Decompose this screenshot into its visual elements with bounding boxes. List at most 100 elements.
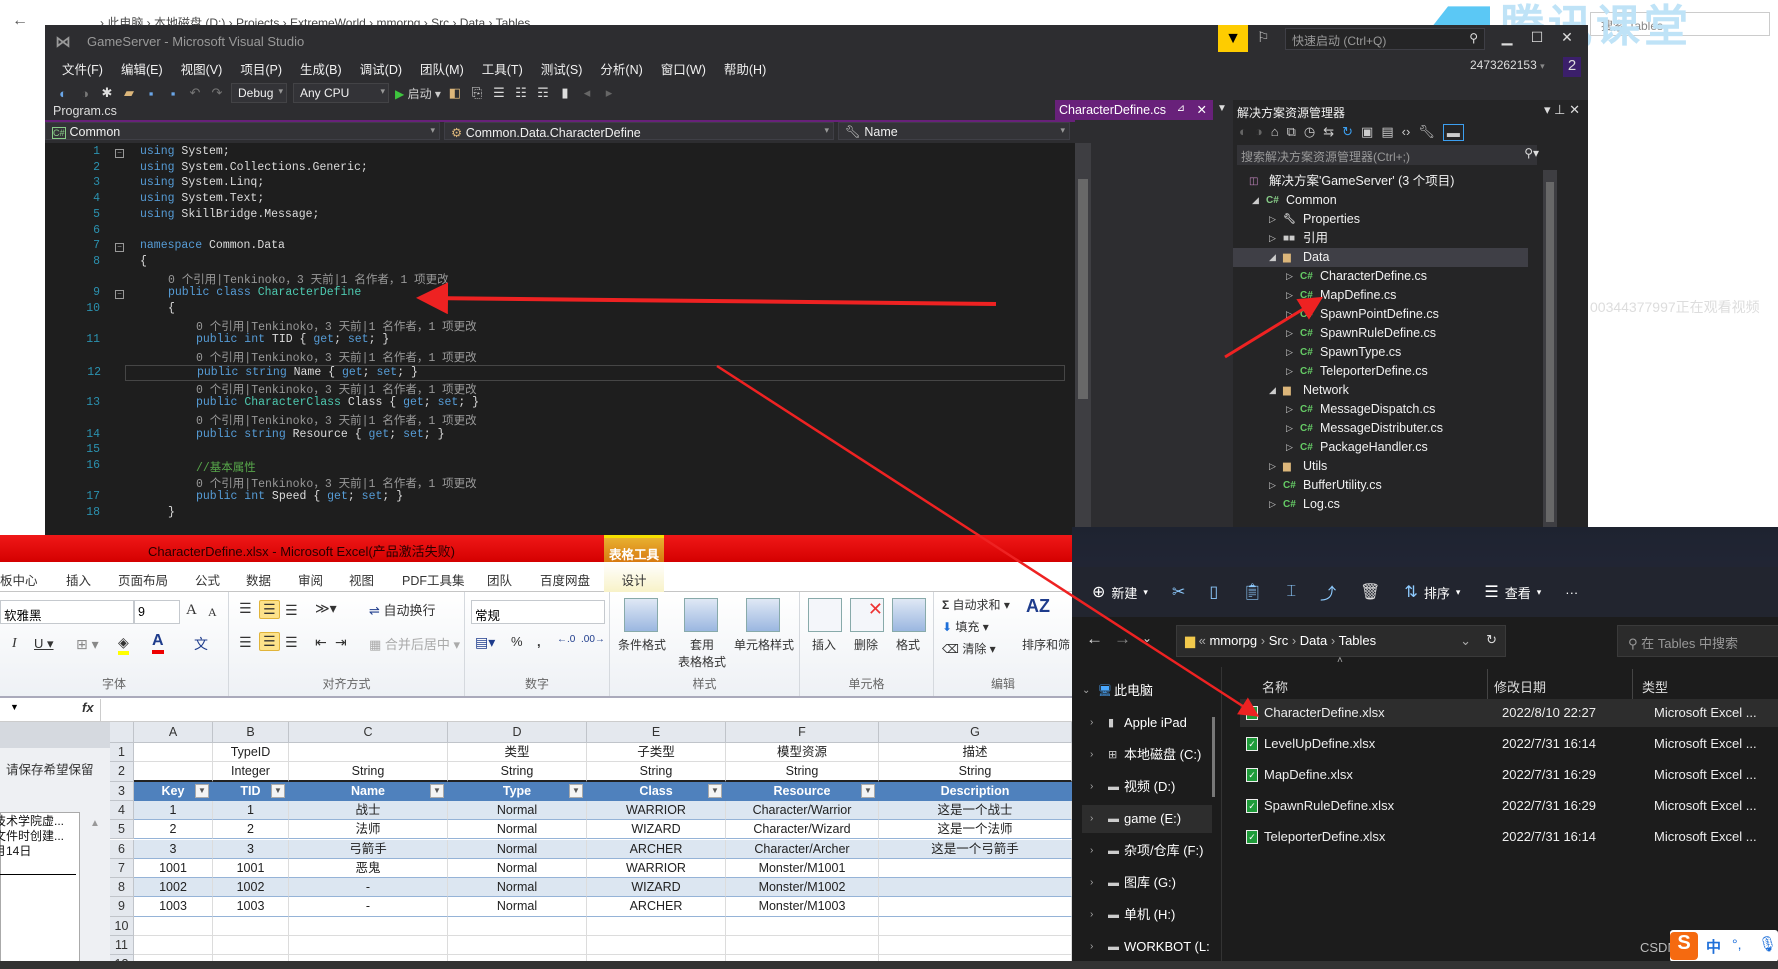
- cell[interactable]: 这是一个弓箭手: [879, 839, 1072, 859]
- conditional-format-icon[interactable]: [624, 598, 658, 632]
- show-all-files-icon[interactable]: ▤: [1381, 124, 1393, 141]
- folder-search-input[interactable]: ⚲ 在 Tables 中搜索: [1617, 625, 1778, 657]
- format-cells-button[interactable]: 格式: [896, 636, 920, 653]
- ribbon-tab[interactable]: 团队: [487, 570, 512, 589]
- cell[interactable]: -: [289, 897, 448, 917]
- cell[interactable]: Character/Warrior: [726, 800, 879, 821]
- chevron-right-icon[interactable]: ›: [1090, 709, 1093, 737]
- breadcrumb-item[interactable]: «: [1199, 633, 1206, 648]
- platform-dropdown[interactable]: Any CPU: [293, 83, 389, 103]
- breadcrumb-item[interactable]: Data: [1300, 633, 1327, 648]
- table-header-cell[interactable]: Description: [879, 781, 1072, 801]
- cell[interactable]: [289, 936, 448, 956]
- row-header[interactable]: 6: [110, 839, 134, 859]
- cell[interactable]: [879, 878, 1072, 898]
- cell[interactable]: 恶鬼: [289, 858, 448, 879]
- file-row[interactable]: ✓ CharacterDefine.xlsx 2022/8/10 22:27 Micr…: [1240, 699, 1778, 727]
- open-file-icon[interactable]: ▰: [121, 85, 137, 101]
- column-header[interactable]: A: [134, 722, 213, 743]
- new-button[interactable]: ⊕ 新建 ▾: [1092, 582, 1148, 602]
- filter-dropdown-button[interactable]: ▼: [430, 783, 444, 798]
- close-tab-icon[interactable]: ✕: [1197, 102, 1207, 117]
- step-icon[interactable]: ⎘: [469, 85, 485, 101]
- column-header[interactable]: D: [448, 722, 587, 743]
- italic-icon[interactable]: I: [12, 636, 17, 652]
- name-box-dropdown-icon[interactable]: ▼: [10, 702, 19, 712]
- cell[interactable]: [448, 936, 587, 956]
- ribbon-tab[interactable]: 百度网盘: [540, 570, 590, 589]
- underline-icon[interactable]: U ▾: [34, 636, 54, 652]
- menu-item[interactable]: 工具(T): [473, 59, 532, 78]
- cell[interactable]: String: [879, 762, 1072, 782]
- number-format-dropdown[interactable]: 常规: [471, 600, 605, 624]
- cell[interactable]: [213, 916, 289, 936]
- nav-item-game-e[interactable]: › ▬ game (E:): [1082, 805, 1212, 833]
- decrease-indent-icon[interactable]: ⇤: [315, 634, 327, 651]
- notification-badge[interactable]: 2: [1563, 57, 1581, 77]
- cell[interactable]: Character/Wizard: [726, 820, 879, 840]
- table-header-cell[interactable]: Class: [587, 781, 726, 801]
- tree-item-network[interactable]: ◢ ▆ Network: [1233, 381, 1528, 400]
- menu-item[interactable]: 分析(N): [591, 59, 651, 78]
- cell[interactable]: String: [448, 762, 587, 782]
- increase-decimal-icon[interactable]: ←.0: [557, 634, 575, 645]
- cell[interactable]: [134, 743, 213, 763]
- cell[interactable]: [134, 916, 213, 936]
- cell[interactable]: [134, 936, 213, 956]
- breadcrumb-item[interactable]: Tables: [1339, 633, 1377, 648]
- next-bookmark-icon[interactable]: ▸: [601, 85, 617, 101]
- back-arrow-icon[interactable]: ←: [1086, 629, 1103, 649]
- home-icon[interactable]: ⌂: [1271, 124, 1279, 141]
- tree-item-utils[interactable]: ▷ ▆ Utils: [1233, 457, 1528, 476]
- cell[interactable]: Normal: [448, 897, 587, 917]
- cell[interactable]: 1001: [213, 858, 289, 879]
- chevron-right-icon[interactable]: ›: [1090, 869, 1093, 897]
- breadcrumb-item[interactable]: mmorpg: [1209, 633, 1257, 648]
- column-header[interactable]: B: [213, 722, 289, 743]
- cut-button[interactable]: ✂: [1172, 582, 1185, 602]
- filter-dropdown-button[interactable]: ▼: [569, 783, 583, 798]
- menu-item[interactable]: 调试(D): [351, 59, 411, 78]
- chevron-down-icon[interactable]: ⌄: [1082, 677, 1090, 705]
- tab-list-dropdown-icon[interactable]: ▼: [1217, 103, 1227, 114]
- cell[interactable]: Integer: [213, 762, 289, 782]
- ime-mode[interactable]: 中: [1706, 936, 1721, 957]
- feedback-filter-icon[interactable]: ▼: [1218, 25, 1248, 52]
- orientation-icon[interactable]: ≫▾: [315, 600, 337, 617]
- cell[interactable]: WARRIOR: [587, 858, 726, 879]
- nav-item-f[interactable]: › ▬ 杂项/仓库 (F:): [1082, 837, 1212, 865]
- collapse-usings-icon[interactable]: −: [115, 149, 124, 158]
- cell-styles-button[interactable]: 单元格样式: [732, 636, 796, 653]
- tree-item-log-cs[interactable]: ▷ C# Log.cs: [1233, 495, 1528, 514]
- dropdown-icon[interactable]: ▾: [1544, 102, 1551, 117]
- cell[interactable]: 3: [213, 839, 289, 859]
- column-modified[interactable]: 修改日期: [1494, 677, 1546, 696]
- collapse-all-icon[interactable]: ▣: [1361, 124, 1373, 141]
- align-right-icon[interactable]: ☰: [285, 634, 298, 651]
- format-icon[interactable]: ☰: [491, 85, 507, 101]
- cell[interactable]: 1: [213, 800, 289, 821]
- tree-item-messagedispatch-cs[interactable]: ▷ C# MessageDispatch.cs: [1233, 400, 1528, 419]
- file-row[interactable]: ✓ TeleporterDefine.xlsx 2022/7/31 16:14 Mic…: [1240, 823, 1778, 851]
- cell[interactable]: Monster/M1002: [726, 878, 879, 898]
- cell[interactable]: 法师: [289, 820, 448, 840]
- cell[interactable]: [289, 743, 448, 763]
- collapsed-arrow-icon[interactable]: ▷: [1286, 324, 1293, 343]
- bookmark-icon[interactable]: ▮: [557, 85, 573, 101]
- editor-scrollbar[interactable]: [1075, 143, 1091, 535]
- recovery-item[interactable]: 技术学院虚...: [0, 814, 78, 829]
- cell[interactable]: [448, 916, 587, 936]
- collapsed-arrow-icon[interactable]: ▷: [1286, 305, 1293, 324]
- code-lens-text[interactable]: 0 个引用|Tenkinoko，3 天前|1 名作者，1 项更改: [196, 352, 477, 365]
- nav-item-c[interactable]: › ⊞ 本地磁盘 (C:): [1082, 741, 1212, 769]
- comma-icon[interactable]: ,: [537, 634, 541, 649]
- close-icon[interactable]: ✕: [1569, 102, 1580, 117]
- sort-filter-icon[interactable]: AZ: [1026, 596, 1050, 617]
- rename-button[interactable]: ⌶: [1286, 583, 1296, 601]
- uncomment-icon[interactable]: ☶: [535, 85, 551, 101]
- table-header-cell[interactable]: Name: [289, 781, 448, 801]
- filter-dropdown-button[interactable]: ▼: [708, 783, 722, 798]
- cell[interactable]: WIZARD: [587, 878, 726, 898]
- cell[interactable]: 子类型: [587, 743, 726, 763]
- cell[interactable]: 1002: [134, 878, 213, 898]
